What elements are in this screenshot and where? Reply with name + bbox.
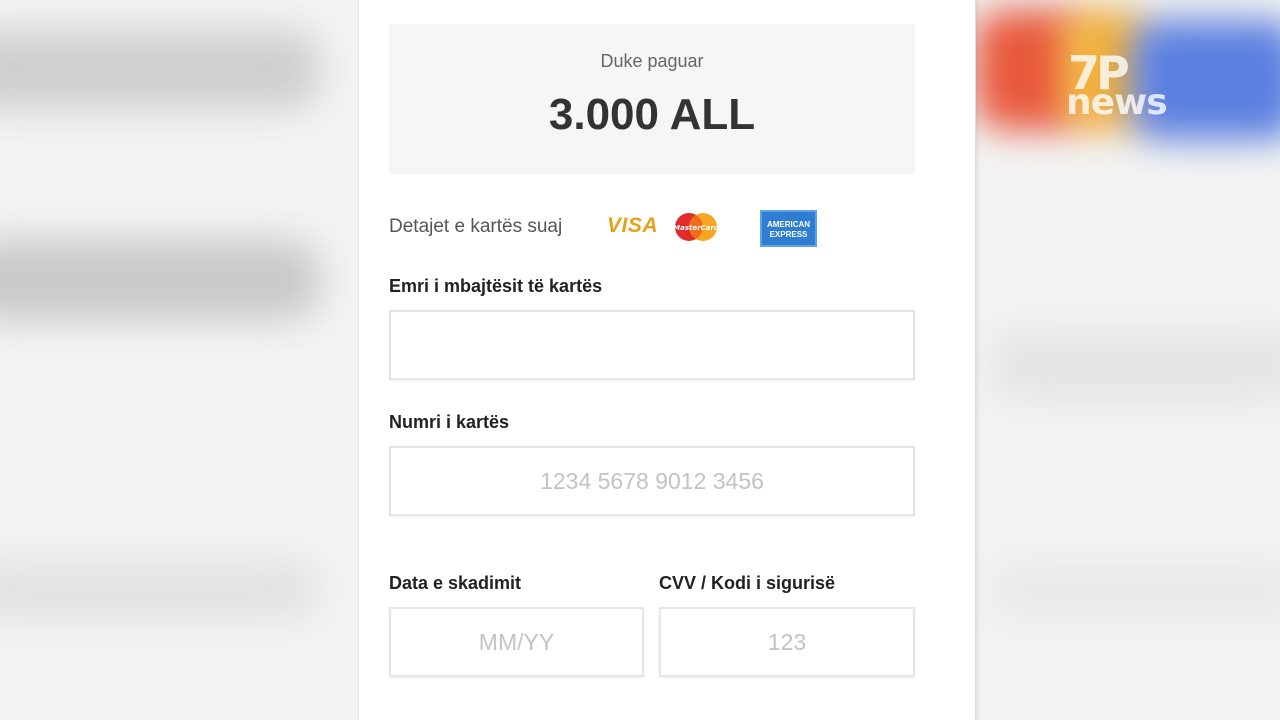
blur-shape [990, 560, 1280, 620]
amex-line-2: EXPRESS [769, 230, 808, 239]
expiry-date-label: Data e skadimit [389, 573, 522, 593]
card-details-label: Detajet e kartës suaj [389, 216, 563, 237]
blur-shape [990, 330, 1280, 400]
card-details-row: Detajet e kartës suaj VISA MasterCard AM… [389, 208, 915, 250]
visa-wordmark: VISA [607, 214, 659, 237]
payment-amount: 3.000 ALL [548, 90, 756, 139]
mastercard-wordmark: MasterCard [673, 224, 719, 232]
blur-shape [0, 30, 320, 110]
payment-summary: Duke paguar 3.000 ALL [389, 24, 915, 174]
amex-line-1: AMERICAN [766, 220, 811, 229]
paying-label: Duke paguar [600, 51, 704, 71]
amex-logo-icon: AMERICAN EXPRESS [760, 210, 817, 247]
payment-panel: Duke paguar 3.000 ALL Detajet e kartës s… [358, 0, 976, 720]
card-number-label: Numri i kartës [389, 412, 510, 432]
watermark-word: news [1066, 82, 1168, 123]
channel-watermark-logo: 7P news [1066, 46, 1176, 124]
blur-shape [0, 560, 320, 620]
blur-shape [0, 240, 320, 320]
cvv-label: CVV / Kodi i sigurisë [659, 573, 836, 593]
cardholder-name-input[interactable] [389, 310, 915, 380]
mastercard-logo-icon: MasterCard [673, 213, 719, 241]
card-number-input[interactable] [389, 446, 915, 516]
cardholder-name-label: Emri i mbajtësit të kartës [389, 276, 603, 296]
visa-logo-icon: VISA [607, 214, 658, 238]
expiry-date-input[interactable] [389, 607, 644, 677]
cvv-input[interactable] [659, 607, 915, 677]
